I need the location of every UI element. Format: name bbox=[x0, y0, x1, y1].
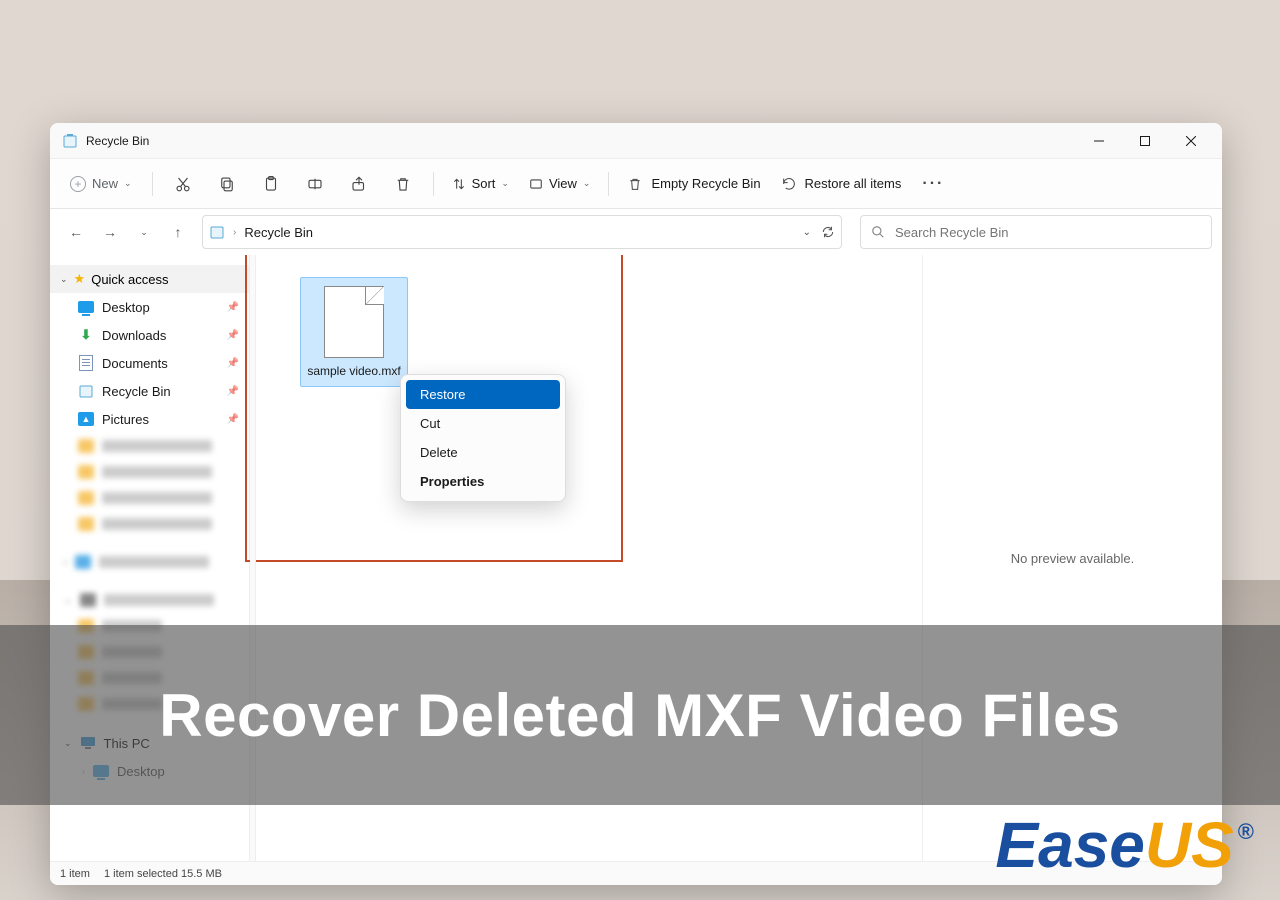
pin-icon: 📌 bbox=[227, 302, 239, 313]
file-icon bbox=[324, 286, 384, 358]
sort-icon bbox=[452, 177, 466, 191]
sidebar-item-pictures[interactable]: ▲ Pictures 📌 bbox=[50, 405, 249, 433]
breadcrumb-chevron: › bbox=[233, 227, 236, 238]
rename-button[interactable] bbox=[295, 166, 335, 202]
search-bar[interactable] bbox=[860, 215, 1212, 249]
sidebar-item-recycle-bin[interactable]: Recycle Bin 📌 bbox=[50, 377, 249, 405]
status-selected: 1 item selected 15.5 MB bbox=[104, 868, 222, 880]
nav-arrows: ← → ⌄ ↑ bbox=[60, 216, 194, 248]
context-menu-cut[interactable]: Cut bbox=[406, 409, 560, 438]
share-button[interactable] bbox=[339, 166, 379, 202]
restore-all-label: Restore all items bbox=[805, 176, 902, 191]
recent-button[interactable]: ⌄ bbox=[128, 216, 160, 248]
address-bar[interactable]: › Recycle Bin ⌄ bbox=[202, 215, 842, 249]
file-name: sample video.mxf bbox=[305, 364, 403, 380]
more-icon: ··· bbox=[922, 175, 944, 193]
pictures-icon: ▲ bbox=[78, 411, 94, 427]
download-icon: ⬇ bbox=[78, 327, 94, 343]
sort-button[interactable]: Sort ⌄ bbox=[444, 170, 517, 197]
separator bbox=[608, 172, 609, 196]
document-icon bbox=[78, 355, 94, 371]
cut-button[interactable] bbox=[163, 166, 203, 202]
no-preview-text: No preview available. bbox=[1011, 551, 1135, 566]
banner-headline: Recover Deleted MXF Video Files bbox=[159, 681, 1120, 750]
desktop-icon bbox=[78, 299, 94, 315]
trash-icon bbox=[627, 176, 643, 192]
chevron-down-icon[interactable]: ⌄ bbox=[803, 227, 811, 238]
file-item[interactable]: sample video.mxf bbox=[300, 277, 408, 387]
pin-icon: 📌 bbox=[227, 330, 239, 341]
sidebar-item-blurred[interactable] bbox=[50, 485, 249, 511]
recycle-bin-icon bbox=[62, 133, 78, 149]
context-menu-properties[interactable]: Properties bbox=[406, 467, 560, 496]
window-title: Recycle Bin bbox=[86, 134, 149, 148]
quick-access-label: Quick access bbox=[91, 272, 168, 287]
empty-label: Empty Recycle Bin bbox=[651, 176, 760, 191]
sort-label: Sort bbox=[472, 176, 496, 191]
sidebar-item-blurred[interactable] bbox=[50, 511, 249, 537]
search-icon bbox=[871, 225, 885, 239]
sidebar-item-desktop[interactable]: Desktop 📌 bbox=[50, 293, 249, 321]
minimize-button[interactable] bbox=[1076, 123, 1122, 159]
close-button[interactable] bbox=[1168, 123, 1214, 159]
new-label: New bbox=[92, 176, 118, 191]
context-menu-restore[interactable]: Restore bbox=[406, 380, 560, 409]
toolbar: + New ⌄ Sort ⌄ View ⌄ Empty Recycle Bin bbox=[50, 159, 1222, 209]
pin-icon: 📌 bbox=[227, 358, 239, 369]
refresh-button[interactable] bbox=[821, 225, 835, 239]
recycle-bin-icon bbox=[209, 224, 225, 240]
context-menu-delete[interactable]: Delete bbox=[406, 438, 560, 467]
sidebar-item-downloads[interactable]: ⬇ Downloads 📌 bbox=[50, 321, 249, 349]
sidebar-item-label: Pictures bbox=[102, 412, 149, 427]
pin-icon: 📌 bbox=[227, 414, 239, 425]
pin-icon: 📌 bbox=[227, 386, 239, 397]
star-icon: ★ bbox=[74, 271, 86, 287]
back-button[interactable]: ← bbox=[60, 216, 92, 248]
separator bbox=[152, 172, 153, 196]
restore-icon bbox=[781, 176, 797, 192]
delete-button[interactable] bbox=[383, 166, 423, 202]
up-button[interactable]: ↑ bbox=[162, 216, 194, 248]
maximize-button[interactable] bbox=[1122, 123, 1168, 159]
sidebar-item-blurred[interactable]: › bbox=[50, 549, 249, 575]
logo-part-1: Ease bbox=[995, 808, 1144, 882]
restore-all-button[interactable]: Restore all items bbox=[773, 170, 910, 198]
view-icon bbox=[529, 177, 543, 191]
copy-button[interactable] bbox=[207, 166, 247, 202]
chevron-down-icon: ⌄ bbox=[583, 178, 591, 189]
sidebar-item-label: Desktop bbox=[102, 300, 150, 315]
sidebar-item-blurred[interactable] bbox=[50, 459, 249, 485]
logo-part-2: US bbox=[1145, 808, 1234, 882]
forward-button[interactable]: → bbox=[94, 216, 126, 248]
easeus-logo: EaseUS® bbox=[995, 808, 1250, 882]
status-count: 1 item bbox=[60, 868, 90, 880]
empty-recycle-bin-button[interactable]: Empty Recycle Bin bbox=[619, 170, 768, 198]
window-controls bbox=[1076, 123, 1214, 159]
registered-icon: ® bbox=[1238, 819, 1254, 845]
new-button[interactable]: + New ⌄ bbox=[60, 170, 142, 198]
breadcrumb[interactable]: Recycle Bin bbox=[244, 225, 313, 240]
chevron-down-icon: ⌄ bbox=[124, 178, 132, 189]
chevron-down-icon: ⌄ bbox=[501, 178, 509, 189]
sidebar-item-blurred[interactable] bbox=[50, 433, 249, 459]
search-input[interactable] bbox=[895, 225, 1201, 240]
recycle-bin-icon bbox=[78, 383, 94, 399]
sidebar-item-label: Documents bbox=[102, 356, 168, 371]
sidebar-item-label: Downloads bbox=[102, 328, 166, 343]
chevron-down-icon: ⌄ bbox=[60, 274, 68, 285]
titlebar: Recycle Bin bbox=[50, 123, 1222, 159]
sidebar-item-blurred[interactable]: ⌄ bbox=[50, 587, 249, 613]
navigation-bar: ← → ⌄ ↑ › Recycle Bin ⌄ bbox=[50, 209, 1222, 255]
sidebar-item-documents[interactable]: Documents 📌 bbox=[50, 349, 249, 377]
plus-icon: + bbox=[70, 176, 86, 192]
more-button[interactable]: ··· bbox=[913, 166, 953, 202]
view-button[interactable]: View ⌄ bbox=[521, 170, 599, 197]
sidebar-item-label: Recycle Bin bbox=[102, 384, 171, 399]
quick-access-header[interactable]: ⌄ ★ Quick access bbox=[50, 265, 249, 293]
overlay-banner: Recover Deleted MXF Video Files bbox=[0, 625, 1280, 805]
view-label: View bbox=[549, 176, 577, 191]
separator bbox=[433, 172, 434, 196]
paste-button[interactable] bbox=[251, 166, 291, 202]
context-menu: Restore Cut Delete Properties bbox=[400, 374, 566, 502]
